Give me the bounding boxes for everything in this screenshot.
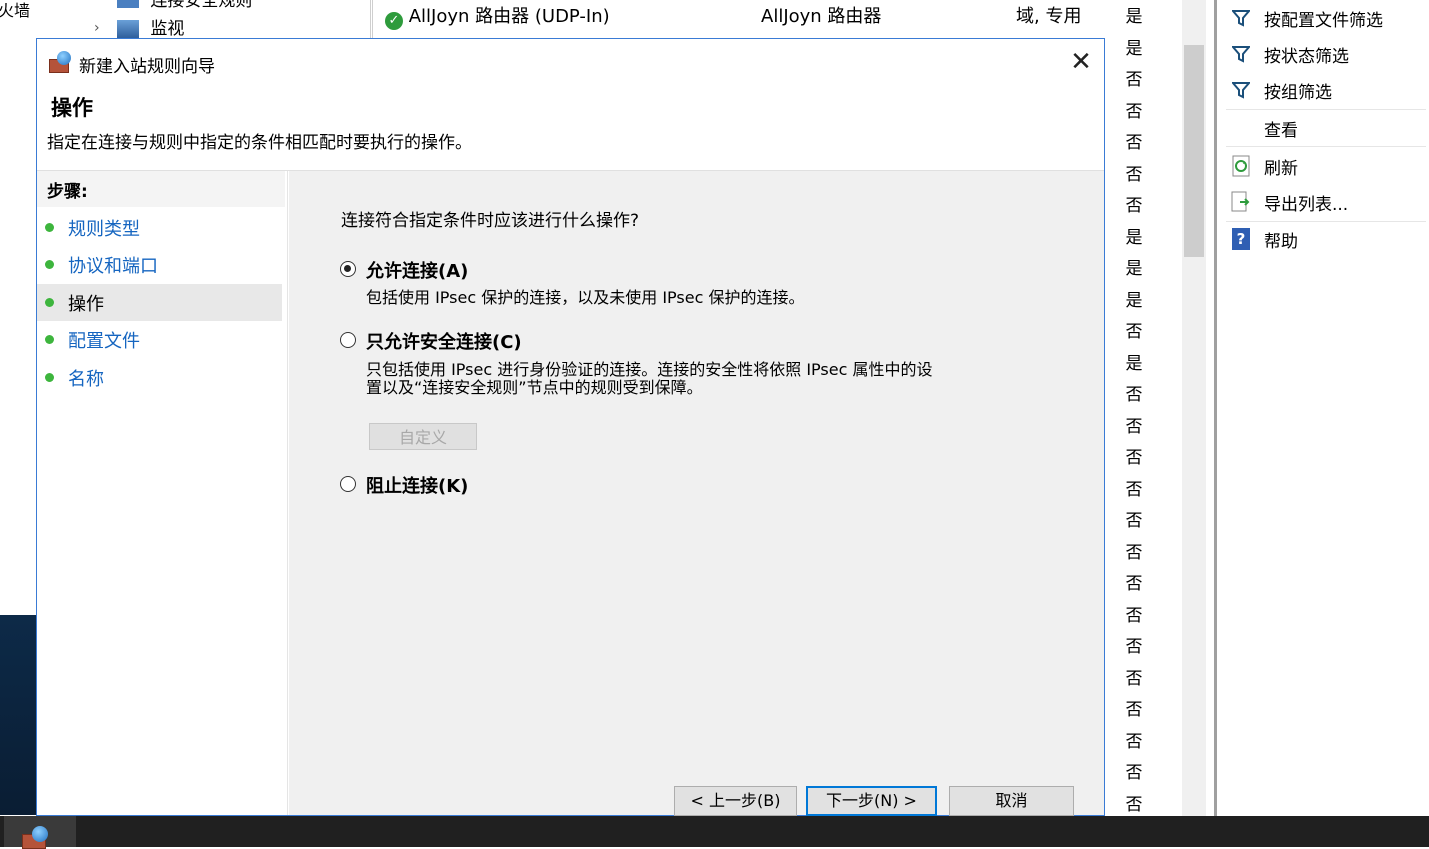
filter-icon [1226,6,1256,30]
action-question: 连接符合指定条件时应该进行什么操作? [341,211,640,231]
cancel-button[interactable]: 取消 [949,786,1074,816]
rule-name-cell: ✓ AllJoyn 路由器 (UDP-In) [385,2,610,30]
step-rule-type[interactable]: 规则类型 [37,209,282,246]
enabled-cell: 否 [1125,542,1143,563]
action-refresh[interactable]: 刷新 [1226,148,1426,184]
filter-icon [1226,78,1256,102]
step-name[interactable]: 名称 [37,359,282,396]
export-icon [1226,190,1256,214]
steps-title: 步骤: [47,182,88,202]
enabled-cell: 否 [1125,700,1143,720]
next-button[interactable]: 下一步(N) > [806,786,937,816]
rules-list: ✓ AllJoyn 路由器 (UDP-In) AllJoyn 路由器 域, 专用 [372,0,1113,38]
enabled-cell: 否 [1125,763,1143,783]
background-window-edge: 火墙 [0,0,36,615]
scrollbar-thumb[interactable] [1184,45,1204,257]
console-tree: 连接安全规则 › 监视 [80,0,371,39]
enabled-cell: 是 [1125,7,1143,27]
allow-secure-label[interactable]: 只允许安全连接(C) [366,328,522,354]
page-title: 操作 [51,96,93,120]
steps-panel: 步骤: 规则类型 协议和端口 操作 配置文件 名称 [37,171,288,815]
enabled-cell: 是 [1125,259,1143,279]
refresh-icon [1226,154,1256,178]
allow-secure-radio[interactable] [340,332,356,348]
filter-icon [1226,42,1256,66]
enabled-cell: 否 [1125,133,1143,153]
action-filter-by-state[interactable]: 按状态筛选 [1226,36,1426,72]
enabled-cell: 否 [1125,605,1143,626]
enabled-cell: 否 [1125,385,1143,405]
enabled-cell: 否 [1125,479,1143,500]
allow-connection-description: 包括使用 IPsec 保护的连接，以及未使用 IPsec 保护的连接。 [366,288,805,307]
enabled-cell: 否 [1125,448,1143,468]
enabled-cell: 否 [1125,164,1143,185]
dialog-title: 新建入站规则向导 [79,57,215,77]
enabled-cell: 否 [1125,322,1143,342]
taskbar [0,816,1429,847]
window-title-fragment: 火墙 [0,1,31,20]
step-protocol-ports[interactable]: 协议和端口 [37,246,282,283]
actions-pane: 按配置文件筛选 按状态筛选 按组筛选 查看 刷新 导出列表... ? 帮助 [1218,0,1429,816]
step-action[interactable]: 操作 [37,284,282,321]
enabled-cell: 否 [1125,637,1143,657]
enabled-cell: 否 [1125,416,1143,437]
step-dot-icon [45,260,54,269]
enabled-cell: 否 [1125,574,1143,594]
firewall-icon [49,49,75,73]
action-export-list[interactable]: 导出列表... [1226,184,1426,220]
enabled-cell: 否 [1125,196,1143,216]
step-dot-icon [45,223,54,232]
close-icon[interactable]: ✕ [1067,49,1095,77]
divider [1226,146,1426,147]
step-dot-icon [45,373,54,382]
check-icon: ✓ [385,12,403,30]
step-profile[interactable]: 配置文件 [37,321,282,358]
firewall-app-icon [22,826,52,849]
rule-profile-cell: 域, 专用 [1016,6,1082,27]
allow-secure-description-line2: 置以及“连接安全规则”节点中的规则受到保障。 [366,378,703,397]
allow-secure-description-line1: 只包括使用 IPsec 进行身份验证的连接。连接的安全性将依照 IPsec 属性… [366,360,933,379]
block-connection-label[interactable]: 阻止连接(K) [366,472,468,498]
pane-divider[interactable] [1214,0,1217,816]
enabled-cell: 否 [1125,511,1143,531]
enabled-cell: 否 [1125,101,1143,122]
step-dot-icon [45,335,54,344]
action-help[interactable]: ? 帮助 [1226,221,1426,257]
enabled-cell: 否 [1125,794,1143,815]
back-button[interactable]: < 上一步(B) [674,786,797,816]
enabled-cell: 是 [1125,353,1143,374]
customize-button[interactable]: 自定义 [369,423,477,450]
page-subtitle: 指定在连接与规则中指定的条件相匹配时要执行的操作。 [47,133,472,153]
rule-group-cell: AllJoyn 路由器 [761,6,882,27]
help-icon: ? [1226,227,1256,251]
enabled-cell: 是 [1125,38,1143,59]
block-connection-radio[interactable] [340,476,356,492]
step-dot-icon [45,298,54,307]
action-filter-by-group[interactable]: 按组筛选 [1226,72,1426,108]
allow-connection-radio[interactable] [340,261,356,277]
tree-icon [117,0,139,8]
action-content: 连接符合指定条件时应该进行什么操作? 允许连接(A) 包括使用 IPsec 保护… [289,171,1104,816]
tree-item-connection-security[interactable]: 连接安全规则 [97,0,252,11]
enabled-cell: 否 [1125,668,1143,689]
enabled-cell: 否 [1125,70,1143,90]
action-view[interactable]: 查看 [1226,110,1426,146]
monitor-icon [117,20,139,38]
allow-connection-label[interactable]: 允许连接(A) [366,257,468,283]
action-filter-by-profile[interactable]: 按配置文件筛选 [1226,0,1426,36]
new-inbound-rule-wizard: 新建入站规则向导 ✕ 操作 指定在连接与规则中指定的条件相匹配时要执行的操作。 … [36,38,1105,816]
enabled-cell: 是 [1125,227,1143,248]
enabled-cell: 否 [1125,731,1143,752]
desktop-background [0,615,36,815]
tree-item-monitor[interactable]: 监视 [97,14,184,39]
enabled-cell: 是 [1125,290,1143,311]
